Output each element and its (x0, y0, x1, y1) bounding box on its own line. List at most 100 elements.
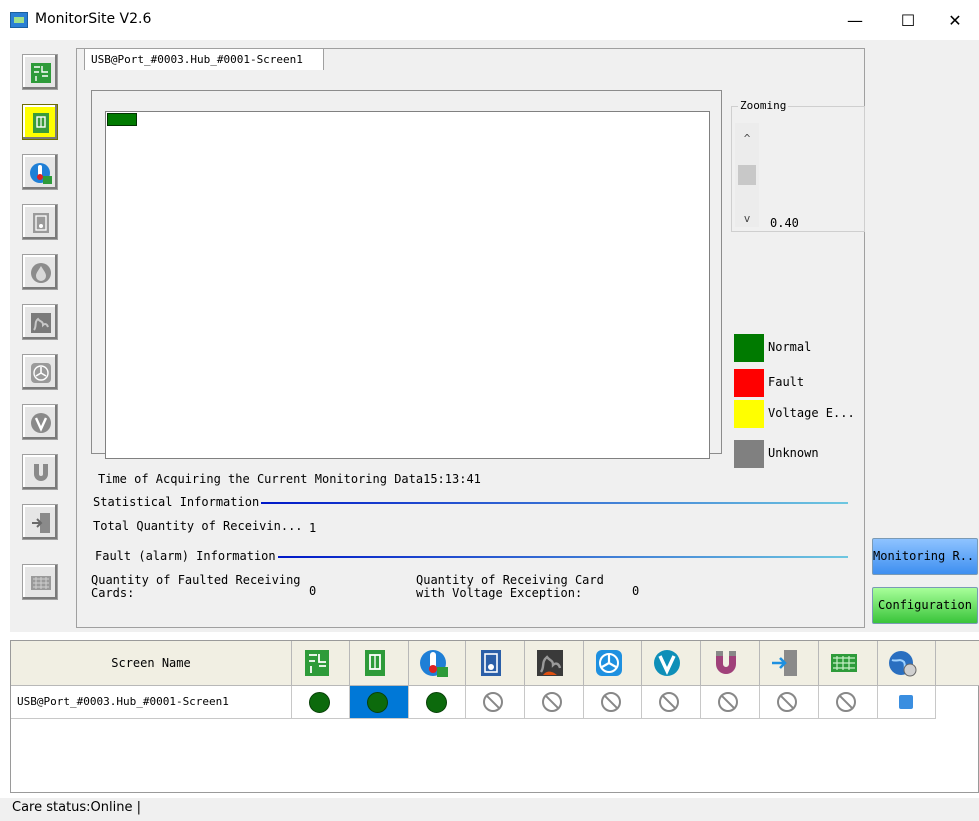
header-temperature[interactable] (409, 641, 466, 686)
header-humidity-card[interactable] (466, 641, 525, 686)
window-title: MonitorSite V2.6 (35, 11, 152, 27)
sidebar-item-module-grid[interactable] (22, 564, 58, 600)
circuit-board-icon (305, 650, 329, 676)
status-cell-humidity[interactable] (466, 686, 525, 719)
header-module-grid[interactable] (819, 641, 878, 686)
fan-icon (596, 650, 622, 676)
minimize-button[interactable]: — (832, 6, 878, 36)
status-normal-dot (426, 692, 447, 713)
globe-icon (889, 651, 917, 677)
zoom-scroll-thumb[interactable] (738, 165, 756, 185)
sidebar-item-temperature[interactable] (22, 154, 58, 190)
status-cell-voltage[interactable] (642, 686, 701, 719)
legend-fault: Fault (734, 369, 874, 397)
status-normal-dot (309, 692, 330, 713)
legend-label-normal: Normal (768, 340, 812, 354)
status-cell-circuit-board[interactable] (292, 686, 350, 719)
row-screen-name[interactable]: USB@Port_#0003.Hub_#0001-Screen1 (11, 686, 292, 719)
zoom-group: Zooming ^ v 0.40 (731, 99, 865, 232)
tab-screen1[interactable]: USB@Port_#0003.Hub_#0001-Screen1 (84, 48, 324, 70)
total-quantity-label: Total Quantity of Receivin... (93, 519, 303, 533)
door-icon (32, 513, 50, 533)
status-bar: Care status:Online | (0, 798, 979, 821)
not-available-icon (836, 692, 856, 712)
maximize-button[interactable]: ☐ (885, 6, 931, 36)
temperature-icon (30, 163, 52, 184)
statistics-divider (261, 502, 848, 504)
sidebar-item-fan[interactable] (22, 354, 58, 390)
legend-swatch-fault (734, 369, 764, 397)
fan-icon (31, 363, 51, 383)
status-cell-globe[interactable] (878, 686, 936, 719)
zoom-down-arrow-icon[interactable]: v (735, 211, 759, 227)
not-available-icon (542, 692, 562, 712)
screen-canvas-frame (91, 90, 722, 459)
sidebar-item-voltage[interactable] (22, 404, 58, 440)
screen-name-header[interactable]: Screen Name (11, 641, 292, 686)
screen-tab-panel: USB@Port_#0003.Hub_#0001-Screen1 Time of… (76, 48, 865, 628)
voltage-exception-label: Quantity of Receiving Card with Voltage … (416, 574, 604, 600)
temperature-icon (420, 650, 448, 677)
zoom-caption: Zooming (738, 99, 789, 112)
not-available-icon (777, 692, 797, 712)
smoke-icon (537, 650, 563, 676)
header-circuit-board[interactable] (292, 641, 350, 686)
sidebar-item-smoke[interactable] (22, 304, 58, 340)
module-grid-icon (831, 654, 857, 672)
voltage-icon (31, 413, 51, 433)
status-cell-door[interactable] (760, 686, 819, 719)
header-filler (936, 641, 979, 686)
humidity-card-icon (481, 650, 501, 676)
header-magnet[interactable] (701, 641, 760, 686)
not-available-icon (659, 692, 679, 712)
header-fan[interactable] (584, 641, 642, 686)
tab-body: Time of Acquiring the Current Monitoring… (84, 70, 865, 486)
receiving-card-icon (365, 650, 385, 676)
status-cell-receiving-card[interactable] (350, 686, 409, 719)
header-door[interactable] (760, 641, 819, 686)
legend-swatch-voltage (734, 400, 764, 428)
zoom-scrollbar[interactable]: ^ v (735, 123, 759, 227)
sidebar-item-humidity[interactable] (22, 254, 58, 290)
legend-label-unknown: Unknown (768, 446, 819, 460)
zoom-up-arrow-icon[interactable]: ^ (735, 131, 759, 147)
header-receiving-card[interactable] (350, 641, 409, 686)
not-available-icon (718, 692, 738, 712)
acquire-time-value: 15:13:41 (423, 472, 481, 486)
status-cell-smoke[interactable] (525, 686, 584, 719)
legend-unknown: Unknown (734, 440, 874, 468)
sidebar-item-door[interactable] (22, 504, 58, 540)
status-cell-temperature[interactable] (409, 686, 466, 719)
status-cell-magnet[interactable] (701, 686, 760, 719)
fault-heading: Fault (alarm) Information (95, 549, 278, 563)
status-cell-fan[interactable] (584, 686, 642, 719)
sidebar-item-receiving-card[interactable] (22, 104, 58, 140)
screen-status-table: Screen Name USB@Port_#0003.Hub_#0001-Scr… (10, 640, 979, 793)
legend-label-fault: Fault (768, 375, 805, 389)
configuration-button[interactable]: Configuration (872, 587, 978, 624)
header-voltage[interactable] (642, 641, 701, 686)
header-smoke[interactable] (525, 641, 584, 686)
humidity-drop-icon (31, 263, 51, 283)
main-area: USB@Port_#0003.Hub_#0001-Screen1 Time of… (10, 40, 979, 632)
sidebar-item-magnet[interactable] (22, 454, 58, 490)
voltage-icon (654, 650, 680, 676)
close-button[interactable]: ✕ (932, 6, 978, 36)
header-globe[interactable] (878, 641, 936, 686)
total-quantity-value: 1 (309, 521, 317, 535)
circuit-board-icon (31, 63, 51, 83)
acquire-time-line: Time of Acquiring the Current Monitoring… (98, 472, 481, 486)
receiving-card-cell[interactable] (107, 113, 137, 126)
not-available-icon (483, 692, 503, 712)
fault-divider (277, 556, 848, 558)
screen-canvas[interactable] (105, 111, 710, 459)
status-cell-module[interactable] (819, 686, 878, 719)
app-icon (10, 12, 28, 28)
receiving-card-icon (33, 113, 49, 133)
voltage-exception-label-line2: with Voltage Exception: (416, 586, 583, 600)
title-bar: MonitorSite V2.6 — ☐ ✕ (0, 0, 979, 40)
sidebar-item-circuit-board[interactable] (22, 54, 58, 90)
sidebar-item-humidity-card[interactable] (22, 204, 58, 240)
monitoring-report-button[interactable]: Monitoring R... (872, 538, 978, 575)
status-normal-dot (367, 692, 388, 713)
